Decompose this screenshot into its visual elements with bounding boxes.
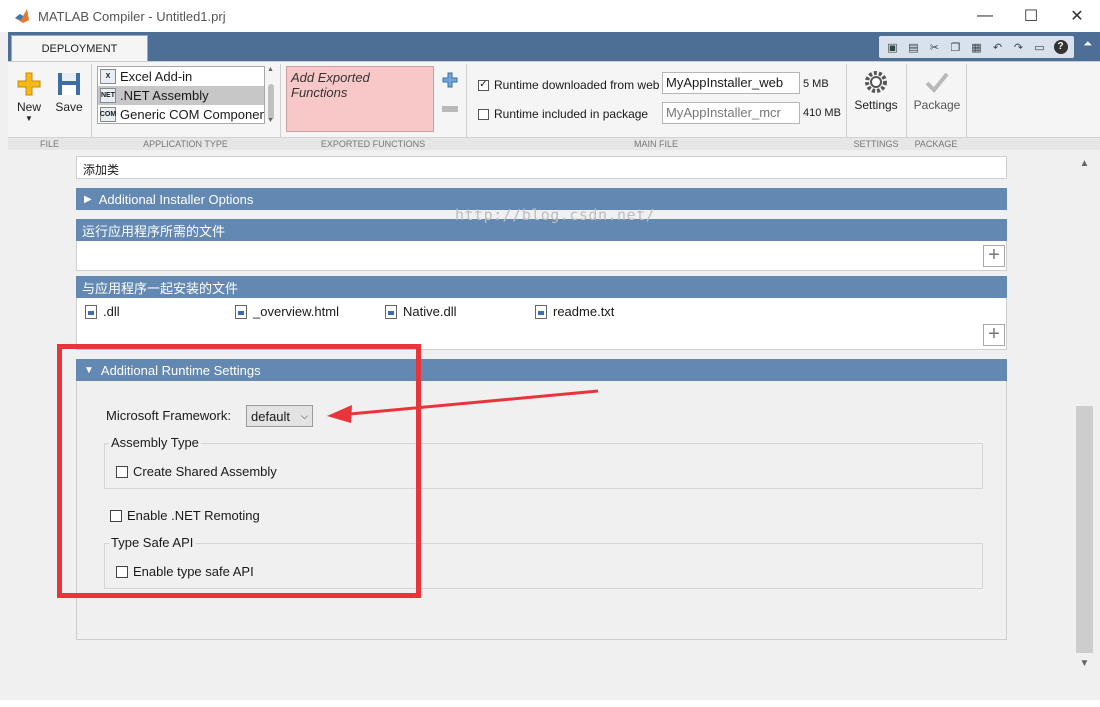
files-required-body: + [76,241,1007,271]
com-icon: COM [100,107,116,122]
chevron-down-icon: ▼ [25,114,33,123]
runtime-package-option[interactable]: Runtime included in package [478,107,648,121]
vertical-scrollbar[interactable]: ▲ ▼ [1076,150,1093,690]
cut-icon[interactable]: ✂ [925,38,944,56]
exported-functions-box[interactable]: Add Exported Functions [286,66,434,132]
quick-access-toolbar: ▣ ▤ ✂ ❐ ▦ ↶ ↷ ▭ ? [879,36,1074,58]
save-icon[interactable]: ▤ [904,38,923,56]
save-button[interactable]: Save [54,68,84,114]
excel-icon: X [100,69,116,84]
runtime-package-size: 410 MB [803,107,841,119]
runtime-web-size: 5 MB [803,78,829,90]
maximize-button[interactable]: ☐ [1008,0,1054,32]
files-installed-body: .dll _overview.html Native.dll readme.tx… [76,298,1007,350]
add-installed-file-button[interactable]: + [983,324,1005,346]
list-item[interactable]: .dll [85,304,120,319]
application-type-scrollbar[interactable]: ▲ ▼ [266,66,276,124]
status-bar [0,700,1100,707]
close-button[interactable]: ✕ [1054,0,1100,32]
list-item-generic-com[interactable]: COM Generic COM Component [98,105,264,123]
list-item[interactable]: readme.txt [535,304,614,319]
checkmark-icon [922,66,952,98]
window-title: MATLAB Compiler - Untitled1.prj [38,8,226,24]
net-icon: NET [100,88,116,103]
runtime-web-label: Runtime downloaded from web [494,78,660,92]
watermark-text: http://blog.csdn.net/ [455,206,656,224]
collapse-toolstrip-icon[interactable]: ⏶ [1083,38,1092,51]
add-function-plus-icon[interactable] [442,72,458,88]
undo-icon[interactable]: ↶ [988,38,1007,56]
paste-icon[interactable]: ▦ [967,38,986,56]
title-bar: MATLAB Compiler - Untitled1.prj — ☐ ✕ [0,0,1100,32]
package-label: Package [913,98,961,112]
file-icon [85,304,97,319]
file-icon [235,304,247,319]
list-item-net-assembly[interactable]: NET .NET Assembly [98,86,264,105]
add-class-row[interactable]: 添加类 [76,156,1007,179]
minimize-button[interactable]: — [962,0,1008,32]
file-icon [385,304,397,319]
help-icon[interactable]: ? [1051,38,1070,56]
settings-button[interactable]: Settings [852,66,900,112]
new-plus-icon [14,68,44,100]
expand-triangle-icon: ▶ [84,193,92,205]
tab-deployment[interactable]: DEPLOYMENT [11,35,148,61]
runtime-web-checkbox[interactable]: ✓ [478,79,489,91]
toolstrip-body: New ▼ Save X Excel Add-in NET .NET Assem… [8,61,1100,150]
remove-function-minus-icon[interactable] [442,106,458,112]
settings-label: Settings [854,98,898,112]
list-item[interactable]: _overview.html [235,304,339,319]
application-type-list[interactable]: X Excel Add-in NET .NET Assembly COM Gen… [97,66,265,124]
matlab-logo-icon [15,9,29,23]
runtime-package-checkbox[interactable] [478,108,489,120]
copy-icon[interactable]: ❐ [946,38,965,56]
scroll-down-icon[interactable]: ▼ [1076,655,1093,672]
runtime-package-name-field[interactable]: MyAppInstaller_mcr [662,102,800,124]
scrollbar-thumb[interactable] [1076,406,1093,653]
gear-icon [861,66,891,98]
runtime-package-label: Runtime included in package [494,107,649,121]
toolstrip: DEPLOYMENT ▣ ▤ ✂ ❐ ▦ ↶ ↷ ▭ ? ⏶ New ▼ Sav… [8,32,1100,150]
new-label: New [16,100,41,114]
list-item-excel-add-in[interactable]: X Excel Add-in [98,67,264,86]
window-switch-icon[interactable]: ▭ [1030,38,1049,56]
annotation-highlight-box [57,344,421,598]
scroll-up-icon[interactable]: ▲ [1076,155,1093,172]
save-label: Save [55,100,83,114]
redo-icon[interactable]: ↷ [1009,38,1028,56]
floppy-disk-icon [54,68,84,100]
runtime-web-name-field[interactable]: MyAppInstaller_web [662,72,800,94]
file-icon [535,304,547,319]
new-button[interactable]: New ▼ [14,68,44,123]
section-labels: FILE APPLICATION TYPE EXPORTED FUNCTIONS… [8,137,1100,150]
list-item[interactable]: Native.dll [385,304,456,319]
files-installed-header: 与应用程序一起安装的文件 [76,276,1007,298]
add-required-file-button[interactable]: + [983,245,1005,267]
help-topic-icon[interactable]: ▣ [883,38,902,56]
runtime-web-option[interactable]: ✓ Runtime downloaded from web [478,78,659,92]
package-button[interactable]: Package [912,66,962,112]
